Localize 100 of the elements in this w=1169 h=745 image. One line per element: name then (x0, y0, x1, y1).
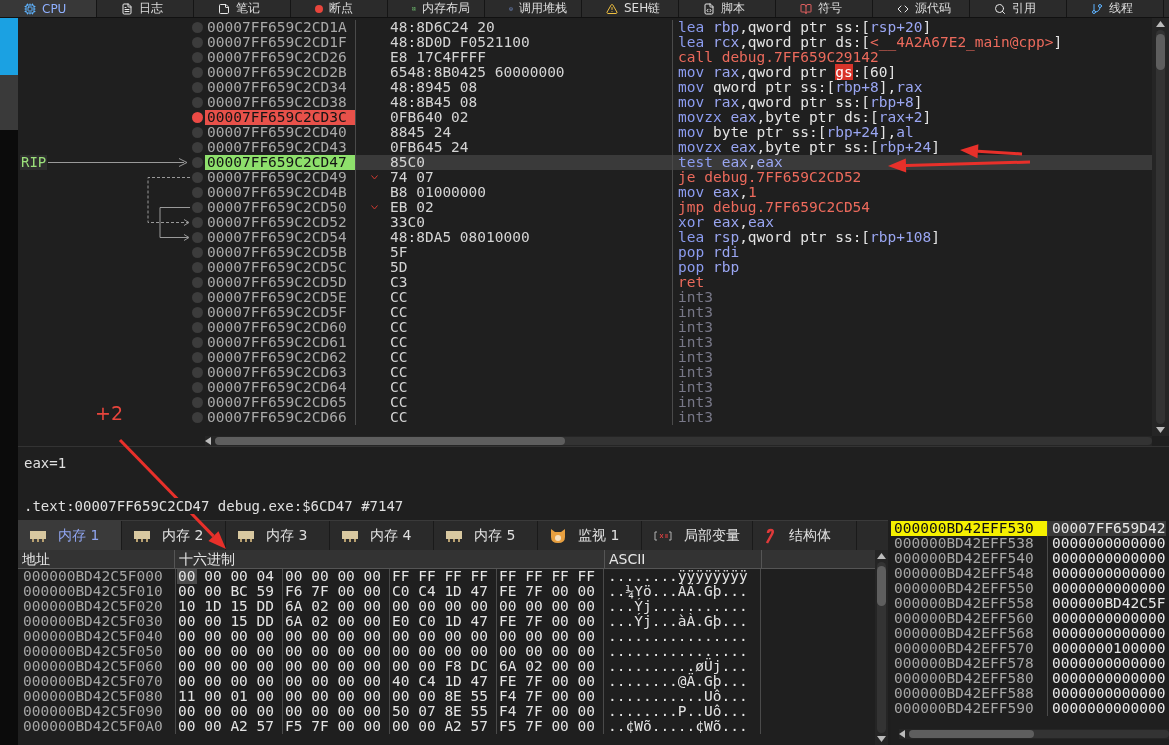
stack-address: 000000BD42EFF530 (891, 521, 1047, 536)
vertical-scrollbar[interactable] (875, 550, 888, 745)
breakpoint-dot[interactable] (192, 67, 203, 78)
breakpoint-dot[interactable] (192, 52, 203, 63)
breakpoint-dot[interactable] (192, 187, 203, 198)
breakpoint-dot[interactable] (192, 262, 203, 273)
breakpoint-dot[interactable] (192, 157, 203, 168)
bytes-cell: 6548:8B0425 60000000 (390, 65, 565, 80)
breakpoint-dot[interactable] (192, 172, 203, 183)
stack-address: 000000BD42EFF580 (893, 671, 1035, 686)
breakpoint-dot[interactable] (192, 127, 203, 138)
scroll-thumb[interactable] (1156, 34, 1165, 70)
hex-bytes: 00 00 00 00 (285, 703, 382, 719)
hex-bytes: 00 00 F8 DC (392, 658, 489, 674)
breakpoint-dot[interactable] (192, 412, 203, 423)
address-cell-text: 00007FF659C2CD49 (206, 170, 348, 185)
horizontal-scrollbar[interactable] (205, 436, 1152, 446)
hex-bytes: F5 7F 00 00 (499, 718, 596, 734)
instruction-text: ret (678, 274, 705, 290)
up-arrow-icon[interactable] (1156, 21, 1165, 27)
hex-bytes: FE 7F 00 00 (499, 583, 596, 599)
breakpoint-dot[interactable] (192, 97, 203, 108)
instruction-text: mov rax,qword ptr gs:[60] (678, 64, 897, 80)
hex-bytes: 6A 02 00 00 (285, 613, 382, 629)
address-cell-text: 00007FF659C2CD61 (206, 335, 348, 350)
stack-address: 000000BD42EFF570 (893, 641, 1035, 656)
scroll-track[interactable] (1156, 30, 1165, 424)
breakpoint-dot[interactable] (192, 397, 203, 408)
breakpoint-dot[interactable] (192, 247, 203, 258)
hex-bytes: 00 00 00 00 (499, 598, 596, 614)
bytes-cell: 0FB640 02 (390, 110, 469, 125)
scroll-thumb[interactable] (909, 730, 1034, 738)
breakpoint-dot[interactable] (192, 352, 203, 363)
instruction-text: mov qword ptr ss:[rbp+8],rax (678, 79, 923, 95)
hex-bytes: 00 00 A2 57 (392, 718, 489, 734)
bytes-cell: CC (390, 320, 408, 335)
location-text: .text:00007FF659C2CD47 debug.exe:$6CD47 #7147 (24, 498, 404, 514)
bytes-cell: CC (390, 380, 408, 395)
bytes-cell: CC (390, 395, 408, 410)
breakpoint-dot[interactable] (192, 307, 203, 318)
breakpoint-dot[interactable] (192, 82, 203, 93)
stack-address: 000000BD42EFF558 (893, 596, 1035, 611)
instruction-text: int3 (678, 364, 713, 380)
breakpoint-dot[interactable] (192, 337, 203, 348)
breakpoint-dot[interactable] (192, 322, 203, 333)
hex-bytes: F6 7F 00 00 (285, 583, 382, 599)
bytes-cell: CC (390, 305, 408, 320)
tab[interactable]: CPU (0, 0, 97, 17)
stack-address: 000000BD42EFF588 (893, 686, 1035, 701)
horizontal-scrollbar[interactable] (899, 729, 1169, 739)
breakpoint-dot[interactable] (192, 367, 203, 378)
breakpoint-dot[interactable] (192, 22, 203, 33)
down-arrow-icon[interactable] (1156, 427, 1165, 433)
address-cell-text: 00007FF659C2CD38 (206, 95, 348, 110)
hex-bytes: 00 00 00 00 (285, 688, 382, 704)
hex-bytes: 00 00 00 00 (499, 643, 596, 659)
instruction-text: mov rax,qword ptr ss:[rbp+8] (678, 94, 923, 110)
left-arrow-icon[interactable] (899, 730, 905, 738)
scroll-thumb[interactable] (877, 566, 886, 606)
hex-bytes: 00 00 00 00 (285, 628, 382, 644)
stack-value: 00007FF659D42 (1047, 521, 1166, 536)
down-arrow-icon[interactable] (877, 736, 886, 742)
document-icon (121, 2, 133, 15)
address-cell-text: 000000BD42C5F050 (22, 644, 164, 659)
stack-address: 000000BD42EFF548 (893, 566, 1035, 581)
hex-bytes: 00 00 A2 57 (178, 718, 275, 734)
bytes-cell: 0FB645 24 (390, 140, 469, 155)
breakpoint-dot[interactable] (192, 112, 203, 123)
instruction-text: call debug.7FF659C29142 (678, 49, 879, 65)
breakpoint-dot[interactable] (192, 232, 203, 243)
address-cell-text: 00007FF659C2CD1F (206, 35, 348, 50)
vertical-scrollbar[interactable] (1152, 18, 1169, 436)
breakpoint-dot[interactable] (192, 382, 203, 393)
hex-bytes: 11 00 01 00 (178, 688, 275, 704)
breakpoint-dot[interactable] (192, 37, 203, 48)
bytes-cell: C3 (390, 275, 408, 290)
address-cell-text: 000000BD42C5F010 (22, 584, 164, 599)
hex-bytes: FE 7F 00 00 (499, 673, 596, 689)
expression-text: eax=1 (24, 455, 67, 471)
breakpoint-dot[interactable] (192, 292, 203, 303)
breakpoint-dot[interactable] (192, 277, 203, 288)
address-cell-text: 000000BD42C5F0A0 (22, 719, 164, 734)
address-cell-text: 000000BD42C5F090 (22, 704, 164, 719)
scroll-thumb[interactable] (215, 437, 565, 445)
address-cell-text: 00007FF659C2CD5F (206, 305, 348, 320)
address-cell-text: 00007FF659C2CD60 (206, 320, 348, 335)
up-arrow-icon[interactable] (877, 553, 886, 559)
breakpoint-dot[interactable] (192, 202, 203, 213)
left-arrow-icon[interactable] (205, 437, 211, 445)
tab[interactable]: 内存 1 (18, 521, 122, 550)
breakpoint-dot[interactable] (192, 142, 203, 153)
breakpoint-dot[interactable] (192, 217, 203, 228)
hex-bytes: 00 00 00 00 (392, 628, 489, 644)
memory-icon (134, 529, 150, 542)
hex-bytes: 00 00 00 00 (285, 658, 382, 674)
bytes-cell: CC (390, 410, 408, 425)
rip-label: RIP (20, 155, 48, 170)
instruction-text: int3 (678, 349, 713, 365)
ascii-cell: ...Ýj...àÀ.Gþ... (603, 614, 760, 629)
stack-value: 0000000000000 (1047, 536, 1166, 551)
